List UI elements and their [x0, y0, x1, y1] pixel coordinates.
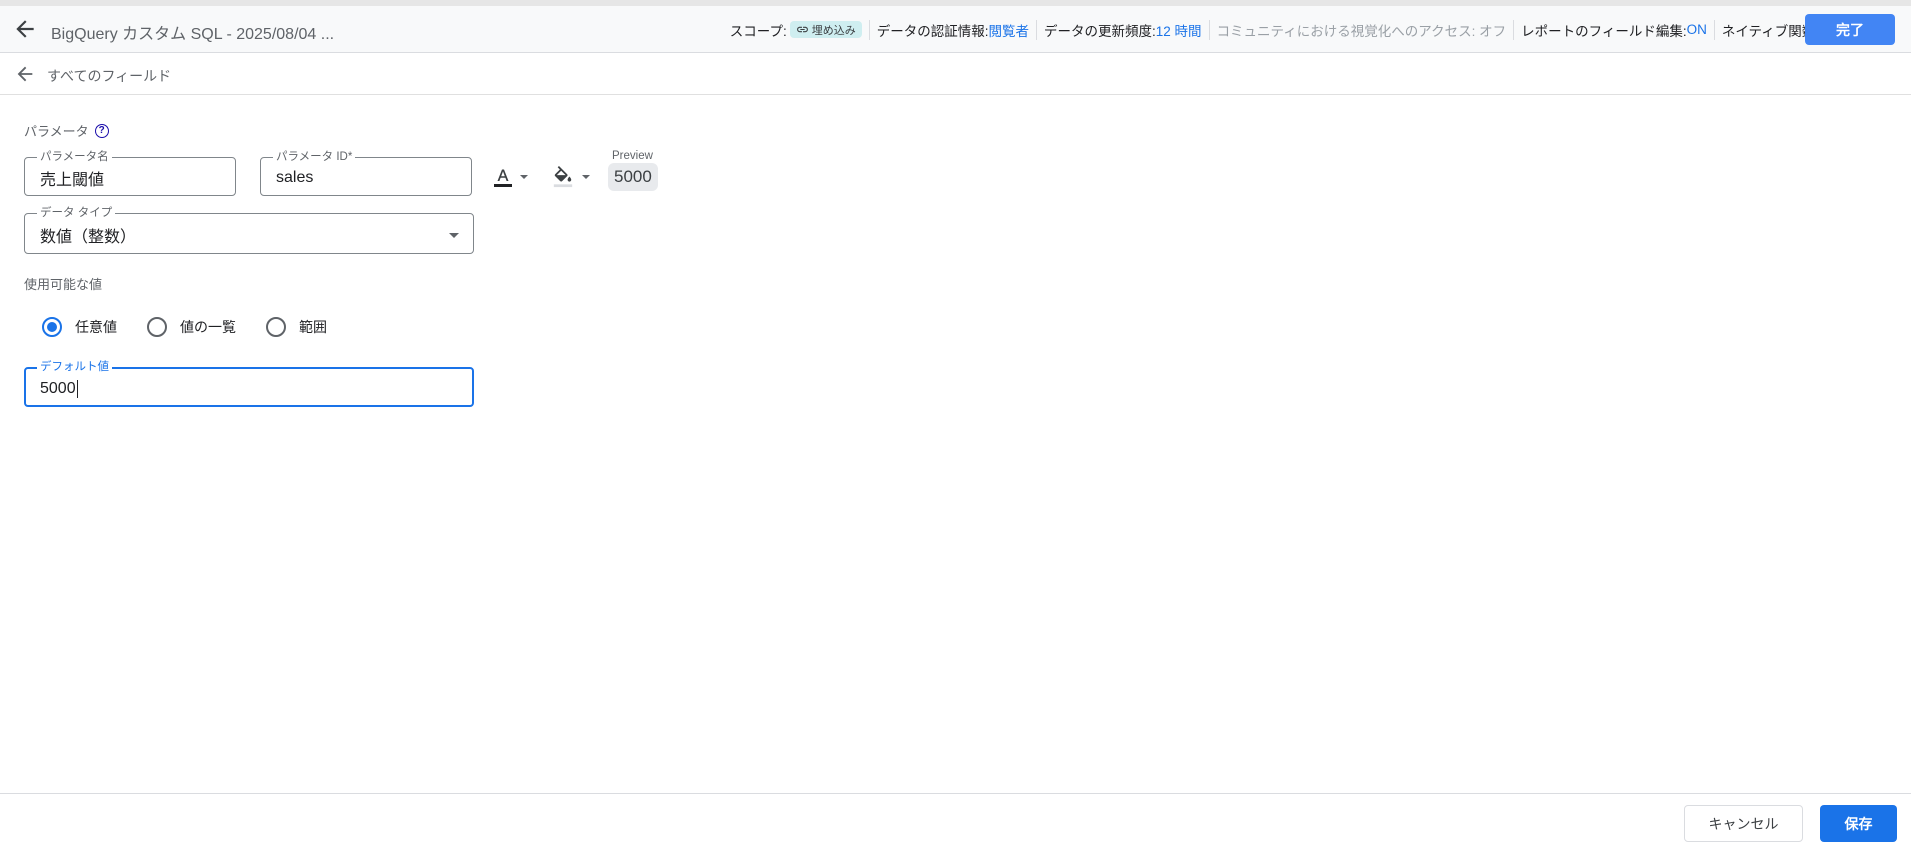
default-value-input[interactable]: 5000 — [40, 369, 78, 405]
cancel-button[interactable]: キャンセル — [1684, 805, 1803, 842]
back-arrow-icon[interactable] — [14, 63, 38, 87]
field-edit-value[interactable]: ON — [1687, 22, 1707, 37]
field-nav-bar: すべてのフィールド — [0, 54, 1911, 95]
available-values-label: 使用可能な値 — [24, 277, 103, 292]
field-edit-label: レポートのフィールド編集: — [1521, 23, 1687, 39]
save-button[interactable]: 保存 — [1820, 805, 1897, 842]
field-edit-setting[interactable]: レポートのフィールド編集: ON — [1513, 19, 1714, 40]
header-settings: スコープ: 埋め込み データの認証情報: 閲覧者 データの更新頻度: 12 時間… — [723, 6, 1853, 53]
dialog-footer: キャンセル 保存 — [0, 793, 1911, 842]
data-type-value: 数値（整数） — [40, 229, 137, 246]
freshness-value[interactable]: 12 時間 — [1156, 20, 1202, 40]
radio-button[interactable] — [147, 317, 167, 337]
scope-chip-label: 埋め込み — [811, 24, 856, 37]
credentials-label: データの認証情報: — [876, 23, 989, 39]
scope-label: スコープ: — [729, 23, 787, 39]
parameter-section-label: パラメータ — [24, 124, 89, 139]
link-icon — [796, 26, 808, 33]
parameter-name-field[interactable]: パラメータ名 売上閾値 — [24, 150, 236, 196]
parameter-id-value[interactable]: sales — [276, 158, 313, 195]
done-button[interactable]: 完了 — [1805, 14, 1895, 45]
radio-label: 値の一覧 — [180, 319, 236, 335]
all-fields-link[interactable]: すべてのフィールド — [47, 66, 171, 86]
default-value-field[interactable]: デフォルト値 5000 — [24, 360, 474, 407]
help-icon[interactable]: ? — [94, 123, 109, 138]
dropdown-arrow-icon — [449, 233, 459, 238]
editor-header: BigQuery カスタム SQL - 2025/08/04 ... スコープ:… — [0, 6, 1911, 53]
fill-color-icon — [553, 166, 573, 188]
parameter-name-value[interactable]: 売上閾値 — [40, 158, 104, 195]
back-arrow-icon[interactable] — [12, 16, 38, 42]
data-type-select[interactable]: データ タイプ 数値（整数） — [24, 206, 474, 254]
fill-color-button[interactable] — [552, 163, 590, 191]
default-value-text: 5000 — [40, 379, 76, 397]
freshness-setting[interactable]: データの更新頻度: 12 時間 — [1036, 19, 1209, 40]
available-values-radio-group: 任意値 値の一覧 範囲 — [42, 317, 357, 337]
text-color-icon — [494, 169, 512, 187]
chevron-down-icon — [582, 175, 590, 179]
scope-chip[interactable]: 埋め込み — [789, 21, 862, 38]
text-cursor — [76, 379, 78, 398]
radio-any-value[interactable]: 任意値 — [42, 317, 117, 337]
text-color-button[interactable] — [494, 163, 528, 191]
radio-list-of-values[interactable]: 値の一覧 — [147, 317, 236, 337]
freshness-label: データの更新頻度: — [1044, 23, 1156, 39]
credentials-setting[interactable]: データの認証情報: 閲覧者 — [868, 19, 1036, 40]
preview-label: Preview — [612, 150, 653, 162]
radio-range[interactable]: 範囲 — [266, 317, 327, 337]
credentials-value[interactable]: 閲覧者 — [989, 20, 1030, 40]
community-access-setting: コミュニティにおける視覚化へのアクセス: オフ — [1208, 19, 1514, 40]
radio-button[interactable] — [42, 317, 62, 337]
chevron-down-icon — [520, 175, 528, 179]
preview-value: 5000 — [608, 163, 658, 191]
parameter-id-field[interactable]: パラメータ ID* sales — [260, 150, 472, 196]
radio-label: 任意値 — [75, 319, 117, 335]
parameter-section-header: パラメータ ? — [24, 121, 109, 140]
scope-setting[interactable]: スコープ: 埋め込み — [723, 20, 869, 40]
radio-label: 範囲 — [299, 319, 327, 335]
radio-button[interactable] — [266, 317, 286, 337]
data-source-title[interactable]: BigQuery カスタム SQL - 2025/08/04 ... — [51, 20, 334, 44]
